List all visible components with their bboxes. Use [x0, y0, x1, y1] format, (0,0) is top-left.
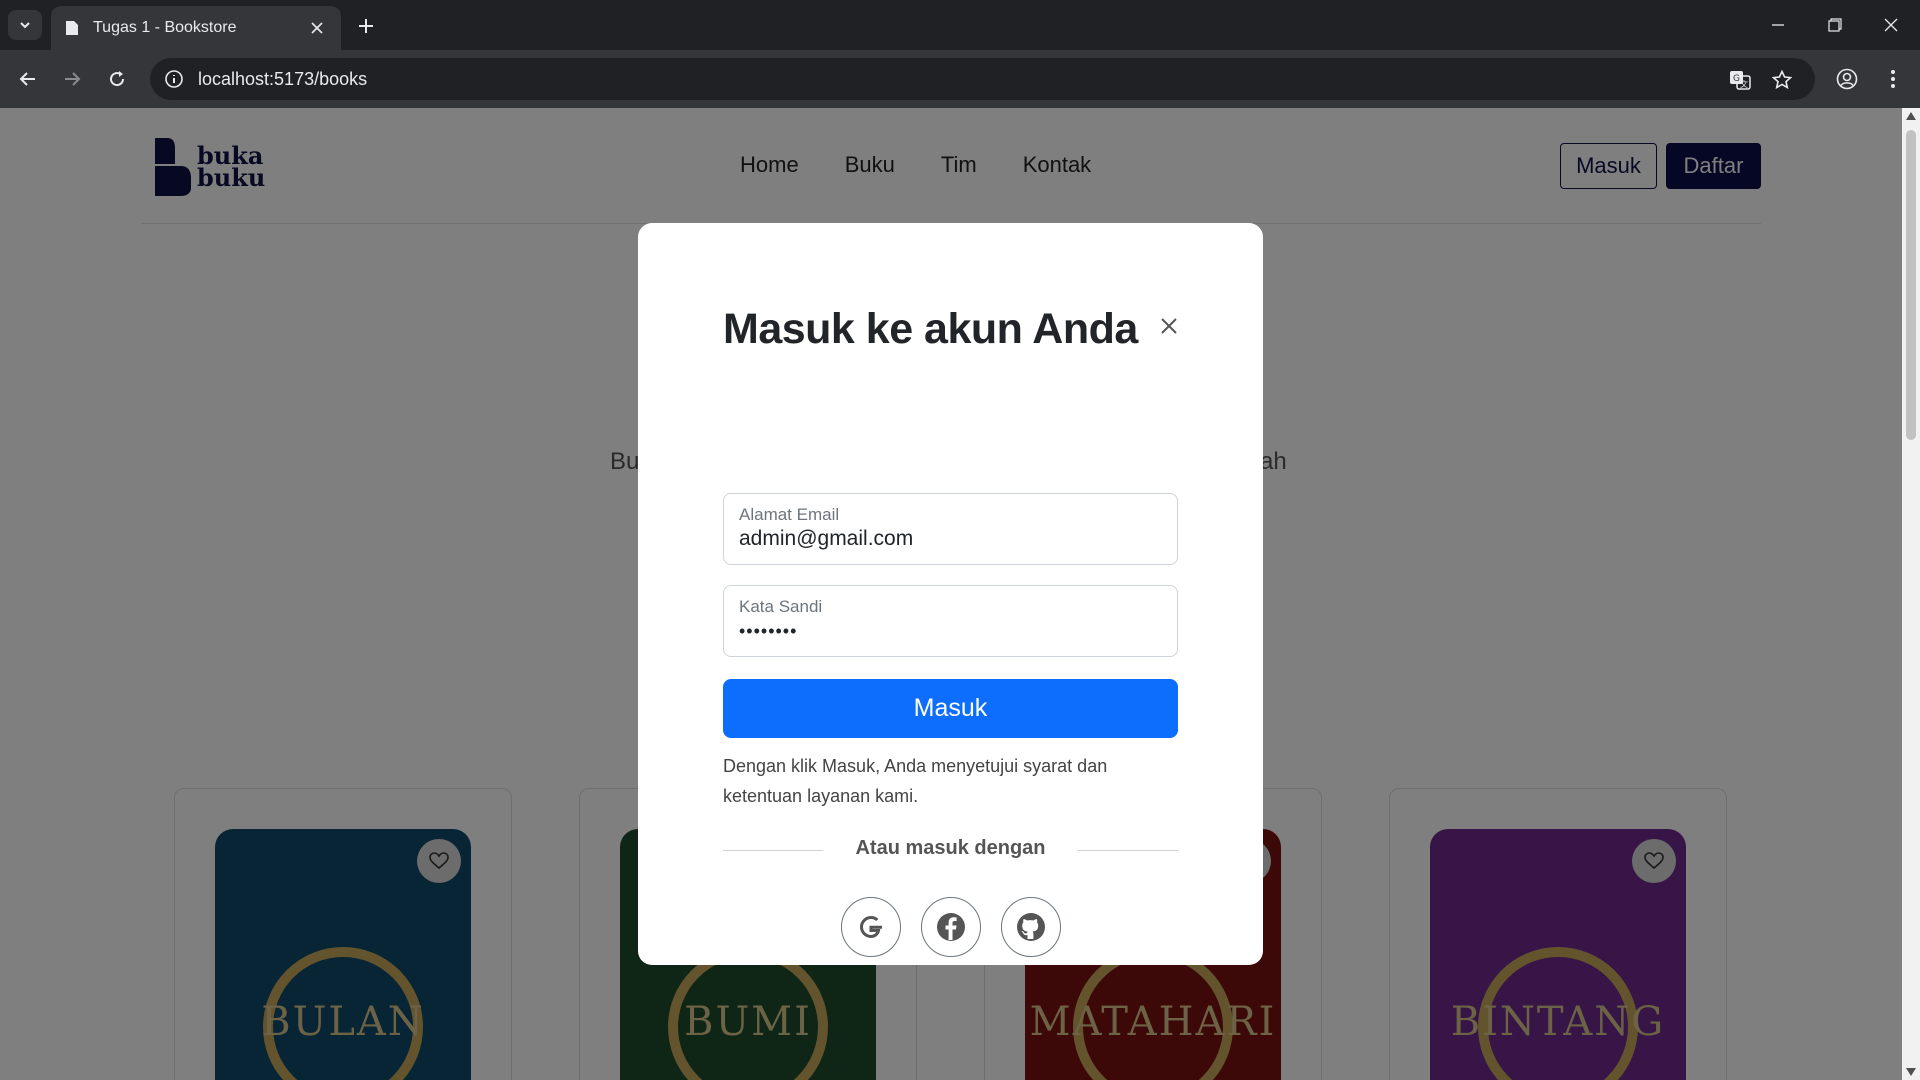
svg-text:文: 文 — [1740, 79, 1748, 89]
login-modal: Masuk ke akun Anda Alamat Email admin@gm… — [638, 223, 1263, 965]
divider-line — [1078, 850, 1178, 851]
modal-close-button[interactable] — [1156, 313, 1182, 339]
address-bar[interactable]: localhost:5173/books G文 — [150, 58, 1815, 100]
restore-icon — [1828, 18, 1842, 32]
restore-button[interactable] — [1806, 0, 1864, 50]
email-input[interactable]: admin@gmail.com — [739, 527, 1162, 551]
new-tab-button[interactable] — [352, 12, 380, 40]
minimize-icon — [1772, 24, 1784, 26]
facebook-login-button[interactable] — [921, 897, 981, 957]
tab-title: Tugas 1 - Bookstore — [93, 19, 237, 36]
minimize-button[interactable] — [1749, 0, 1807, 50]
reload-button[interactable] — [101, 63, 133, 95]
back-button[interactable] — [12, 63, 44, 95]
browser-toolbar: localhost:5173/books G文 — [0, 50, 1920, 108]
terms-text: Dengan klik Masuk, Anda menyetujui syara… — [723, 756, 1108, 806]
bookmark-star-icon[interactable] — [1768, 66, 1796, 94]
google-icon — [859, 915, 882, 939]
divider-text: Atau masuk dengan — [855, 837, 1046, 859]
scroll-down-arrow-icon[interactable] — [1906, 1068, 1916, 1076]
profile-button[interactable] — [1831, 63, 1863, 95]
social-divider: Atau masuk dengan — [723, 837, 1178, 863]
password-label: Kata Sandi — [739, 597, 823, 616]
google-login-button[interactable] — [841, 897, 901, 957]
svg-text:G: G — [1733, 74, 1740, 84]
scroll-up-arrow-icon[interactable] — [1906, 112, 1916, 120]
facebook-icon — [937, 913, 965, 941]
tab-search-button[interactable] — [8, 10, 42, 40]
page-scrollbar[interactable] — [1902, 108, 1920, 1080]
email-field[interactable]: Alamat Email admin@gmail.com — [723, 493, 1178, 565]
modal-title: Masuk ke akun Anda — [723, 305, 1138, 353]
forward-button[interactable] — [56, 63, 88, 95]
close-icon — [1161, 318, 1177, 334]
scrollbar-thumb[interactable] — [1906, 130, 1916, 440]
email-label: Alamat Email — [739, 505, 840, 524]
url-text: localhost:5173/books — [198, 68, 368, 89]
site-info-icon[interactable] — [164, 69, 184, 89]
tab-close-icon[interactable] — [307, 18, 327, 38]
profile-icon — [1836, 68, 1858, 90]
login-submit-button[interactable]: Masuk — [723, 679, 1178, 738]
browser-menu-button[interactable] — [1877, 63, 1909, 95]
close-window-button[interactable] — [1862, 0, 1920, 50]
github-icon — [1017, 913, 1045, 941]
more-vert-icon — [1891, 70, 1895, 88]
password-field[interactable]: Kata Sandi •••••••• — [723, 585, 1178, 657]
github-login-button[interactable] — [1001, 897, 1061, 957]
page-viewport: buka buku Home Buku Tim Kontak Masuk Daf… — [0, 108, 1902, 1080]
close-icon — [1884, 18, 1898, 32]
browser-tab-active[interactable]: Tugas 1 - Bookstore — [51, 6, 341, 50]
page-favicon-icon — [66, 21, 78, 35]
arrow-left-icon — [19, 72, 35, 86]
arrow-right-icon — [65, 72, 81, 86]
plus-icon — [359, 19, 373, 33]
chevron-down-icon — [20, 22, 30, 29]
translate-icon[interactable]: G文 — [1726, 66, 1754, 94]
browser-tabbar: Tugas 1 - Bookstore — [0, 0, 1920, 50]
reload-icon — [110, 71, 125, 87]
password-input[interactable]: •••••••• — [739, 621, 1162, 642]
